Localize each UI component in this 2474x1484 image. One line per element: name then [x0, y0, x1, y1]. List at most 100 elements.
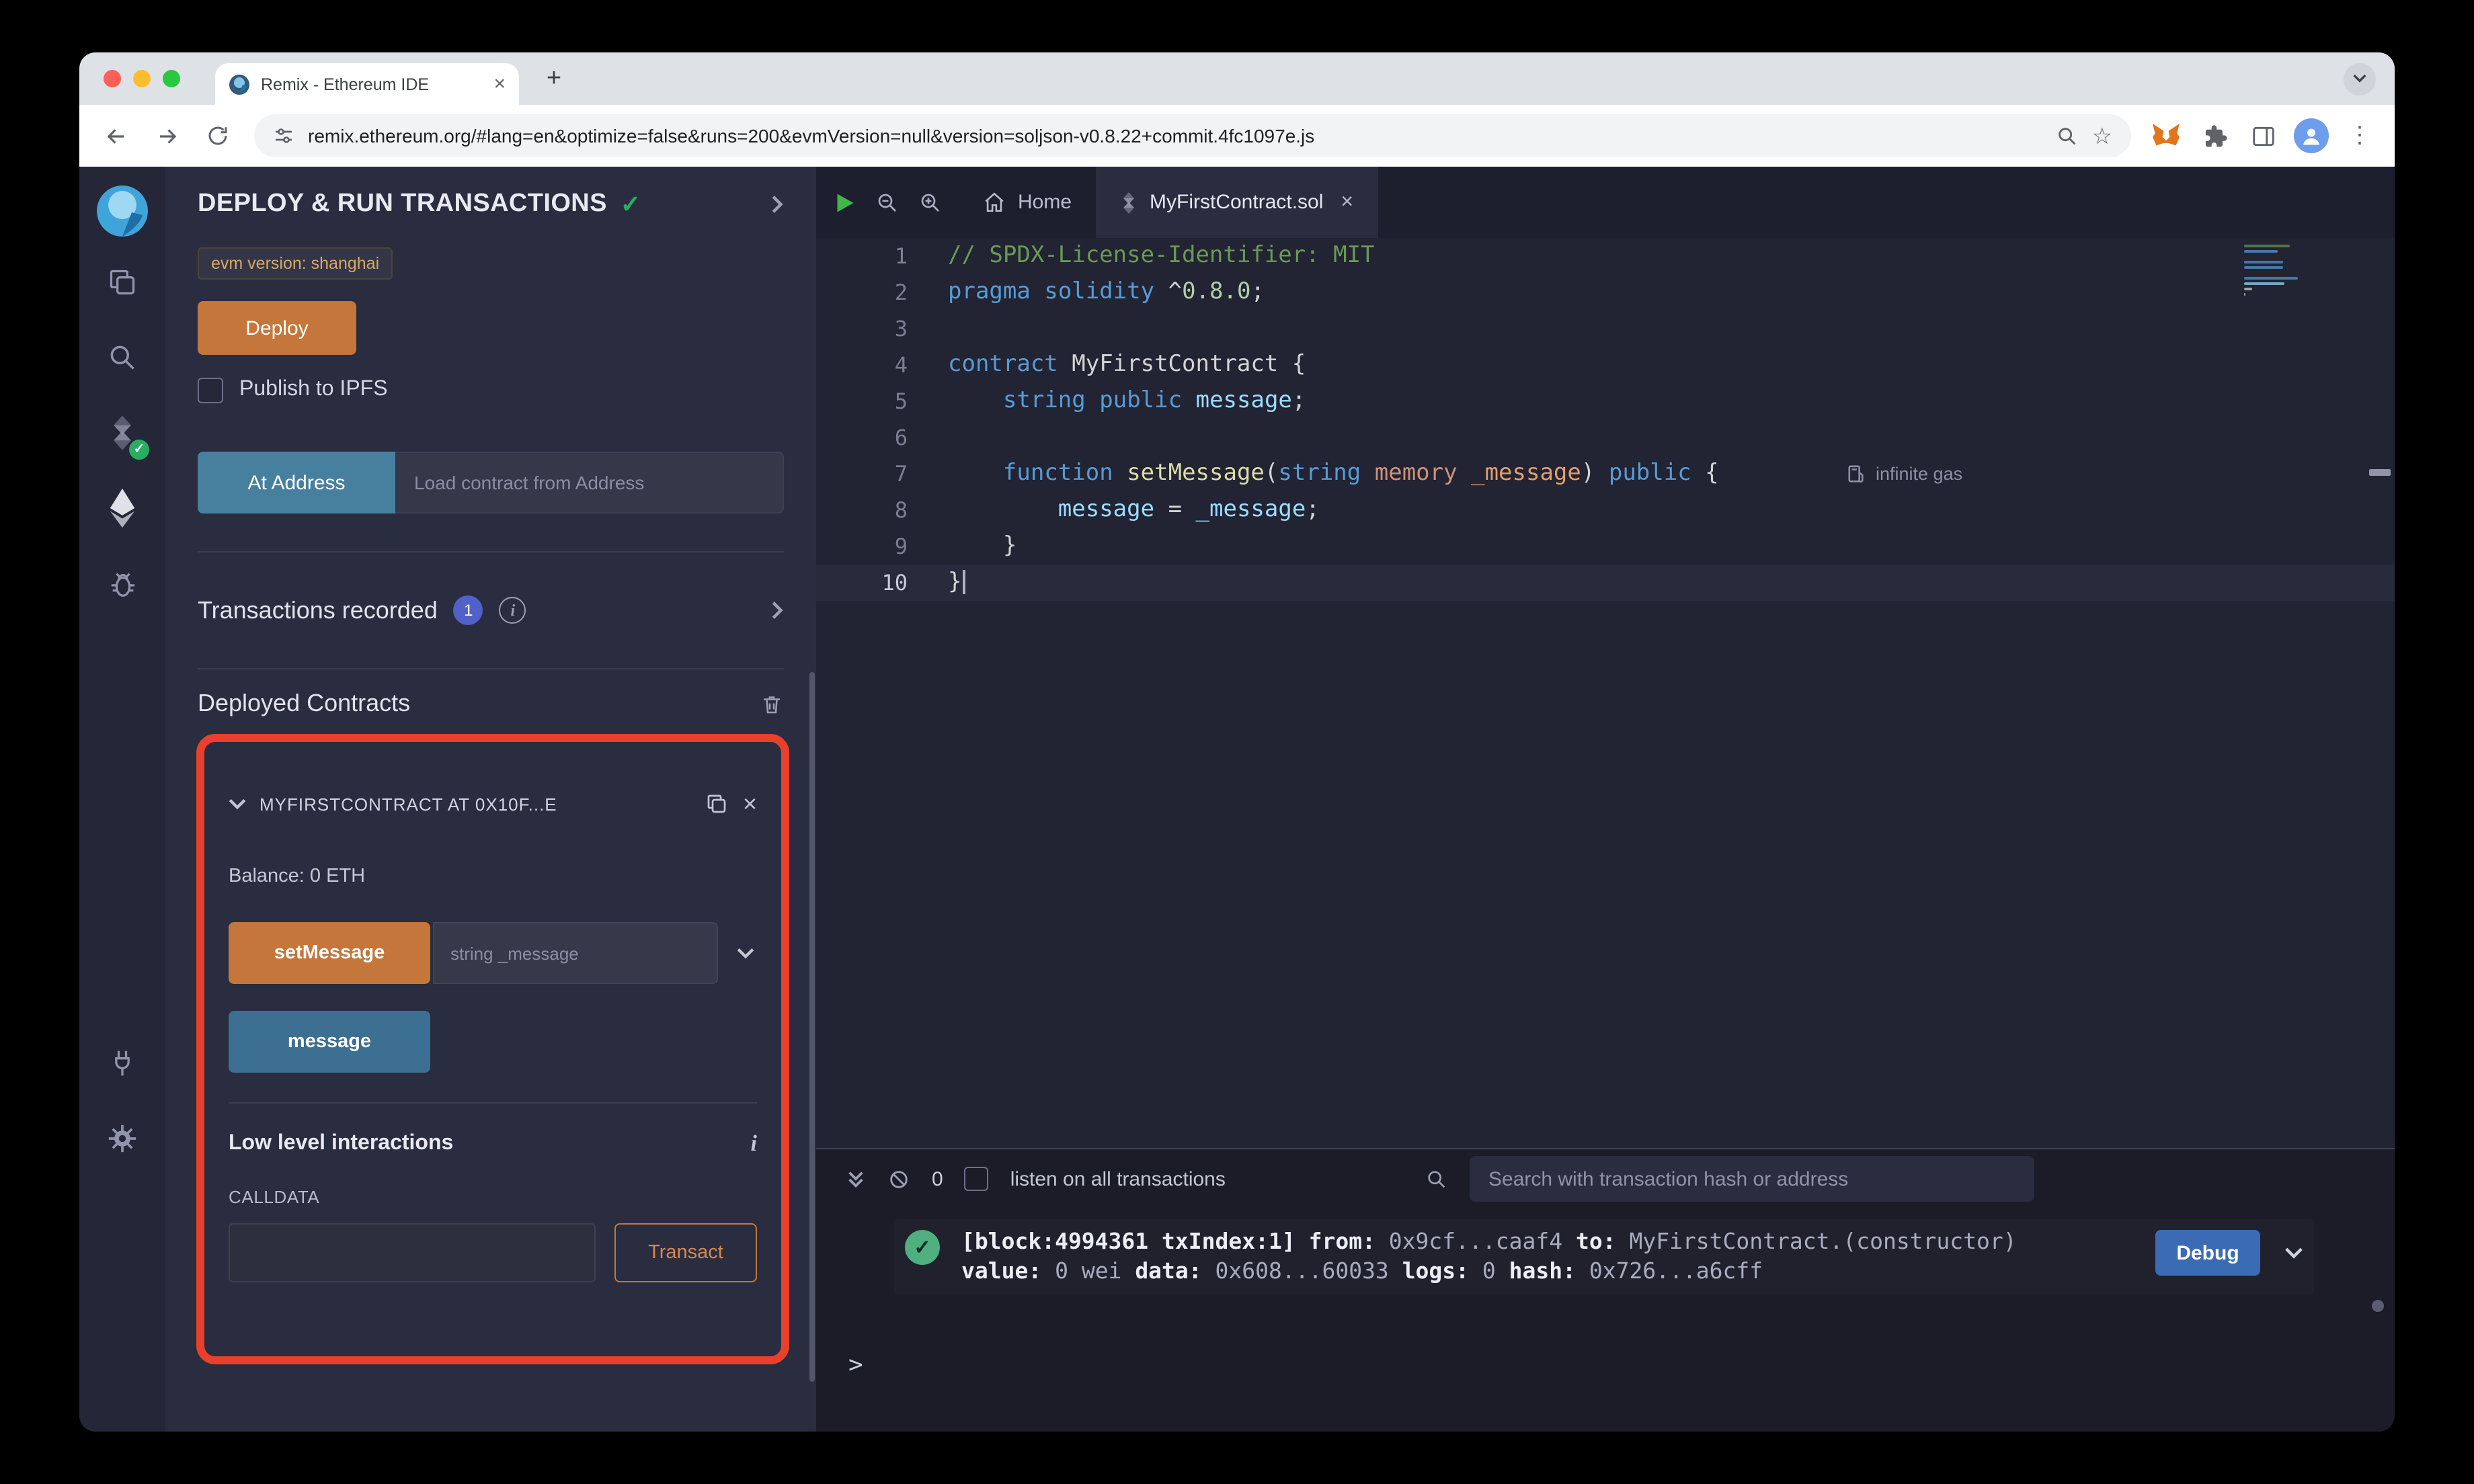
- code-line[interactable]: 3: [816, 311, 2395, 347]
- tab-home-label: Home: [1018, 191, 1072, 214]
- pending-transactions-icon[interactable]: [887, 1167, 910, 1190]
- set-message-input[interactable]: [433, 922, 718, 984]
- panel-collapse-chevron-icon[interactable]: [772, 195, 784, 214]
- at-address-input[interactable]: [395, 452, 784, 513]
- code-line[interactable]: 7 function setMessage(string memory _mes…: [816, 456, 2395, 492]
- minimap[interactable]: [2244, 245, 2303, 298]
- zoom-icon[interactable]: [2056, 124, 2079, 147]
- back-button[interactable]: [93, 113, 138, 159]
- browser-tab[interactable]: Remix - Ethereum IDE ×: [215, 63, 519, 105]
- tab-search-button[interactable]: [2344, 63, 2376, 95]
- publish-ipfs-checkbox[interactable]: [198, 377, 223, 403]
- low-level-row: Low level interactions i: [229, 1128, 757, 1160]
- contract-card-header: MYFIRSTCONTRACT AT 0X10F...E ×: [229, 780, 757, 828]
- url-text: remix.ethereum.org/#lang=en&optimize=fal…: [308, 125, 1315, 147]
- remix-favicon-icon: [229, 74, 249, 94]
- plugin-manager-button[interactable]: [79, 1026, 165, 1101]
- terminal-search-input[interactable]: [1470, 1156, 2034, 1202]
- avatar: [2294, 118, 2329, 153]
- new-tab-button[interactable]: +: [535, 60, 573, 97]
- transactions-expand-chevron-icon[interactable]: [772, 601, 784, 620]
- debug-button[interactable]: Debug: [2155, 1230, 2260, 1276]
- zoom-out-icon[interactable]: [875, 190, 900, 214]
- deploy-button[interactable]: Deploy: [198, 301, 356, 355]
- panel-check-icon: ✓: [620, 190, 641, 217]
- terminal: 0 listen on all transactions ✓ [block:49…: [816, 1148, 2395, 1432]
- contract-collapse-chevron-icon[interactable]: [229, 798, 246, 810]
- terminal-scrollbar[interactable]: [2372, 1300, 2384, 1312]
- code-line[interactable]: 2 pragma solidity ^0.8.0;: [816, 274, 2395, 311]
- code-line[interactable]: 9 }: [816, 528, 2395, 565]
- transaction-log-row[interactable]: ✓ [block:4994361 txIndex:1] from: 0x9cf.…: [894, 1219, 2314, 1294]
- bug-icon: [110, 572, 134, 596]
- fullscreen-window-button[interactable]: [163, 70, 180, 87]
- terminal-prompt[interactable]: >: [848, 1351, 863, 1379]
- panel-title: DEPLOY & RUN TRANSACTIONS: [198, 190, 607, 218]
- forward-button[interactable]: [144, 113, 190, 159]
- transactions-info-icon[interactable]: i: [499, 597, 526, 624]
- terminal-toolbar: 0 listen on all transactions: [816, 1149, 2395, 1208]
- extensions-button[interactable]: [2193, 114, 2236, 157]
- editor-scrollbar-cursor-mark[interactable]: [2369, 469, 2391, 476]
- listen-transactions-label: listen on all transactions: [1010, 1167, 1226, 1190]
- ethereum-icon: [110, 488, 135, 528]
- side-panel-button[interactable]: [2241, 114, 2284, 157]
- calldata-input[interactable]: [229, 1223, 596, 1282]
- reload-button[interactable]: [195, 113, 241, 159]
- code-line[interactable]: 10}: [816, 565, 2395, 601]
- screen: Remix - Ethereum IDE × + remix.ethereum.…: [0, 0, 2474, 1484]
- run-script-play-icon[interactable]: [832, 190, 856, 214]
- log-expand-chevron-icon[interactable]: [2284, 1247, 2303, 1259]
- contract-close-icon[interactable]: ×: [743, 792, 757, 816]
- code-editor[interactable]: 1// SPDX-License-Identifier: MIT 2 pragma …: [816, 238, 2395, 1148]
- code-line[interactable]: 5 string public message;: [816, 383, 2395, 419]
- minimize-window-button[interactable]: [133, 70, 151, 87]
- set-message-button[interactable]: setMessage: [229, 922, 430, 984]
- deploy-run-button[interactable]: [79, 470, 165, 546]
- remix-logo-icon[interactable]: [94, 183, 151, 239]
- panel-header: DEPLOY & RUN TRANSACTIONS ✓: [198, 167, 784, 242]
- transaction-success-icon: ✓: [905, 1230, 940, 1265]
- profile-button[interactable]: [2290, 114, 2333, 157]
- code-line[interactable]: 4 contract MyFirstContract {: [816, 347, 2395, 383]
- settings-button[interactable]: [79, 1101, 165, 1176]
- solidity-compiler-button[interactable]: ✓: [79, 395, 165, 470]
- browser-menu-button[interactable]: ⋮: [2338, 114, 2381, 157]
- panel-scrollbar[interactable]: [809, 672, 815, 1382]
- metamask-extension-button[interactable]: [2145, 114, 2188, 157]
- at-address-button[interactable]: At Address: [198, 452, 395, 513]
- address-bar[interactable]: remix.ethereum.org/#lang=en&optimize=fal…: [254, 114, 2131, 157]
- editor-toolbar: [816, 167, 959, 238]
- file-explorer-button[interactable]: [79, 245, 165, 320]
- set-message-expand-chevron-icon[interactable]: [737, 947, 754, 959]
- search-button[interactable]: [79, 320, 165, 395]
- tab-home[interactable]: Home: [959, 167, 1096, 238]
- trash-icon[interactable]: [760, 692, 784, 716]
- tab-close-icon[interactable]: ×: [493, 74, 506, 94]
- chevron-down-icon: [2353, 74, 2366, 83]
- low-level-info-icon[interactable]: i: [751, 1130, 757, 1157]
- code-line[interactable]: 8 message = _message;: [816, 492, 2395, 528]
- copy-address-icon[interactable]: [705, 792, 729, 816]
- terminal-expand-icon[interactable]: [846, 1169, 866, 1189]
- message-button[interactable]: message: [229, 1011, 430, 1073]
- bookmark-star-icon[interactable]: ☆: [2092, 124, 2113, 147]
- debugger-button[interactable]: [79, 546, 165, 621]
- code-line[interactable]: 1// SPDX-License-Identifier: MIT: [816, 238, 2395, 274]
- side-panel-icon: [2252, 126, 2274, 146]
- transactions-recorded-label: Transactions recorded: [198, 596, 438, 623]
- gas-hint-label: infinite gas: [1876, 464, 1963, 484]
- zoom-in-icon[interactable]: [918, 190, 943, 214]
- transact-button[interactable]: Transact: [614, 1223, 757, 1282]
- code-line[interactable]: 6: [816, 419, 2395, 456]
- close-window-button[interactable]: [104, 70, 121, 87]
- site-settings-icon[interactable]: [273, 125, 294, 147]
- remix-app: ✓ DEPLOY & RUN TRANSACTIONS ✓ evm versio…: [79, 167, 2395, 1432]
- publish-ipfs-label: Publish to IPFS: [239, 378, 388, 401]
- tab-file[interactable]: MyFirstContract.sol ×: [1096, 167, 1378, 238]
- evm-version-badge: evm version: shanghai: [198, 247, 393, 280]
- compiler-success-badge: ✓: [129, 440, 149, 460]
- set-message-row: setMessage: [229, 922, 757, 984]
- tab-file-close-icon[interactable]: ×: [1341, 191, 1353, 213]
- listen-transactions-checkbox[interactable]: [964, 1167, 989, 1191]
